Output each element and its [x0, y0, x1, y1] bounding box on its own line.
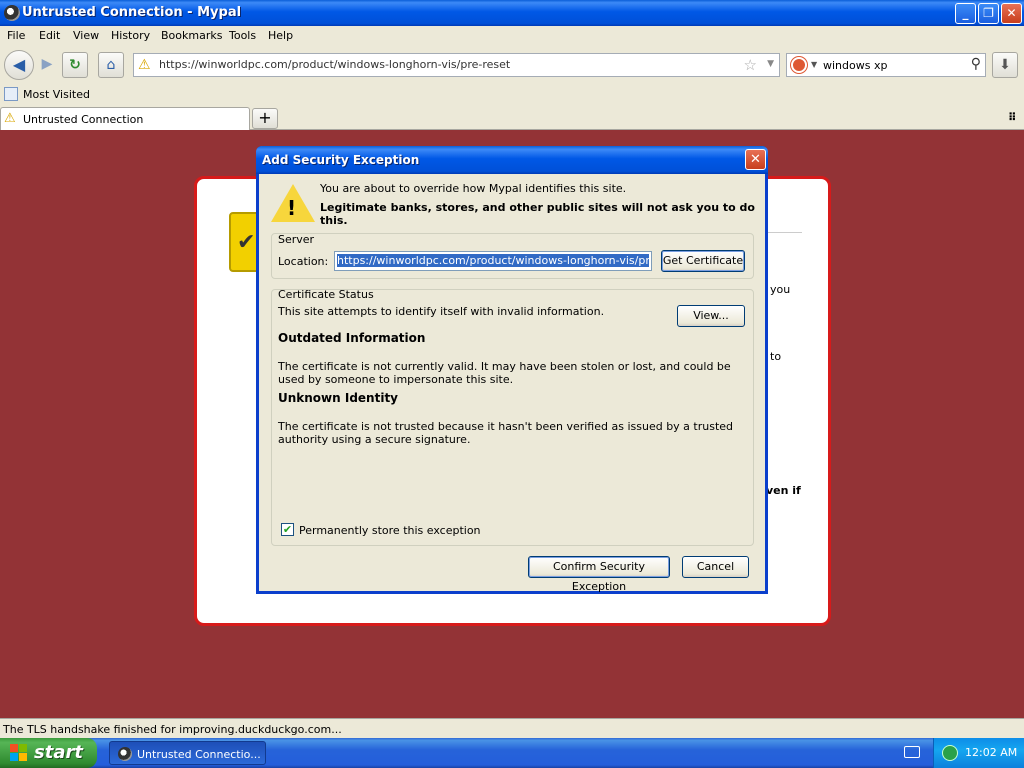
menu-view[interactable]: View — [73, 29, 99, 42]
download-arrow-icon: ⬇ — [999, 57, 1011, 73]
navigation-bar: ◀ ▶ ↻ ⌂ ⚠ https://winworldpc.com/product… — [0, 46, 1024, 84]
home-button[interactable]: ⌂ — [98, 52, 124, 78]
dialog-title: Add Security Exception — [262, 153, 420, 167]
menu-bookmarks[interactable]: Bookmarks — [161, 29, 222, 42]
dialog-titlebar[interactable]: Add Security Exception ✕ — [256, 146, 768, 174]
permanent-exception-checkbox[interactable]: ✔ — [281, 523, 294, 536]
confirm-security-exception-button[interactable]: Confirm Security Exception — [528, 556, 670, 593]
outdated-information-text: The certificate is not currently valid. … — [278, 360, 731, 386]
bg-text-fragment: to — [770, 350, 782, 363]
view-certificate-button[interactable]: View... — [677, 305, 745, 327]
certificate-status-label: Certificate Status — [278, 288, 374, 301]
menu-bar: File Edit View History Bookmarks Tools H… — [0, 26, 1024, 46]
unknown-identity-text: The certificate is not trusted because i… — [278, 420, 734, 446]
engine-dropdown-icon[interactable]: ▼ — [811, 60, 817, 69]
windows-taskbar: start Untrusted Connectio... 12:02 AM — [0, 738, 1024, 768]
close-window-button[interactable]: ✕ — [1001, 3, 1022, 24]
start-label: start — [34, 742, 83, 763]
most-visited-icon — [4, 87, 18, 101]
arrow-right-icon: ▶ — [41, 56, 53, 72]
menu-file[interactable]: File — [7, 29, 25, 42]
warning-icon: ⚠ — [138, 57, 151, 73]
window-title: Untrusted Connection - Mypal — [22, 5, 242, 20]
server-label: Server — [278, 233, 315, 246]
mypal-app-icon — [4, 5, 20, 21]
duckduckgo-icon[interactable] — [791, 57, 807, 73]
dialog-intro-2: Legitimate banks, stores, and other publ… — [320, 201, 755, 227]
downloads-button[interactable]: ⬇ — [992, 52, 1018, 78]
mypal-task-icon — [118, 747, 132, 761]
search-query[interactable]: windows xp — [823, 59, 887, 72]
back-button[interactable]: ◀ — [4, 50, 34, 80]
unknown-identity-title: Unknown Identity — [278, 391, 399, 405]
bookmarks-toolbar: Most Visited — [0, 84, 1024, 106]
url-dropdown-icon[interactable]: ▼ — [767, 59, 774, 69]
exclamation-icon: ! — [287, 196, 297, 220]
location-label: Location: — [278, 255, 329, 268]
arrow-left-icon: ◀ — [12, 55, 26, 74]
menu-history[interactable]: History — [111, 29, 150, 42]
tab-list-icon[interactable]: ⠿ — [1008, 111, 1017, 124]
start-button[interactable]: start — [0, 738, 97, 768]
permanent-exception-label[interactable]: Permanently store this exception — [299, 524, 481, 537]
bookmark-star-icon[interactable]: ☆ — [744, 56, 757, 74]
reload-button[interactable]: ↻ — [62, 52, 88, 78]
network-tray-icon[interactable] — [942, 745, 958, 761]
certificate-status-text: This site attempts to identify itself wi… — [278, 305, 605, 318]
cancel-button[interactable]: Cancel — [682, 556, 749, 578]
minimize-button[interactable]: _ — [955, 3, 976, 24]
taskbar-window-button[interactable]: Untrusted Connectio... — [109, 741, 266, 765]
window-titlebar[interactable]: Untrusted Connection - Mypal _ ❐ ✕ — [0, 0, 1024, 26]
maximize-button[interactable]: ❐ — [978, 3, 999, 24]
add-security-exception-dialog: Add Security Exception ✕ ! You are about… — [256, 146, 768, 594]
menu-edit[interactable]: Edit — [39, 29, 60, 42]
bg-text-fragment: ven if — [766, 484, 801, 497]
tab-label: Untrusted Connection — [23, 113, 144, 126]
reload-icon: ↻ — [69, 57, 81, 73]
tab-warning-icon: ⚠ — [4, 111, 16, 126]
status-bar: The TLS handshake finished for improving… — [0, 718, 1024, 738]
outdated-information-title: Outdated Information — [278, 331, 426, 345]
system-tray: 12:02 AM — [933, 738, 1024, 768]
url-bar[interactable]: ⚠ https://winworldpc.com/product/windows… — [133, 53, 780, 77]
dialog-close-button[interactable]: ✕ — [745, 149, 766, 170]
forward-button[interactable]: ▶ — [34, 52, 60, 78]
windows-logo-icon — [10, 744, 28, 762]
search-icon[interactable]: ⚲ — [971, 56, 981, 72]
search-bar[interactable]: ▼ windows xp ⚲ — [786, 53, 986, 77]
menu-help[interactable]: Help — [268, 29, 293, 42]
menu-tools[interactable]: Tools — [229, 29, 256, 42]
tab-untrusted-connection[interactable]: ⚠ Untrusted Connection — [0, 107, 250, 130]
home-icon: ⌂ — [106, 57, 116, 73]
new-tab-button[interactable]: + — [252, 108, 278, 129]
location-value[interactable]: https://winworldpc.com/product/windows-l… — [337, 254, 649, 267]
url-text[interactable]: https://winworldpc.com/product/windows-l… — [159, 58, 510, 71]
tab-strip: ⚠ Untrusted Connection + ⠿ — [0, 106, 1024, 130]
location-input[interactable]: https://winworldpc.com/product/windows-l… — [334, 251, 652, 271]
most-visited-link[interactable]: Most Visited — [23, 88, 90, 101]
keyboard-icon[interactable] — [904, 746, 920, 758]
dialog-intro-1: You are about to override how Mypal iden… — [320, 182, 627, 195]
status-text: The TLS handshake finished for improving… — [3, 723, 342, 736]
clock[interactable]: 12:02 AM — [965, 746, 1017, 759]
bg-text-fragment: you — [770, 283, 791, 296]
get-certificate-button[interactable]: Get Certificate — [661, 250, 745, 272]
certificate-status-group — [271, 289, 754, 546]
taskbar-window-label: Untrusted Connectio... — [137, 748, 261, 761]
